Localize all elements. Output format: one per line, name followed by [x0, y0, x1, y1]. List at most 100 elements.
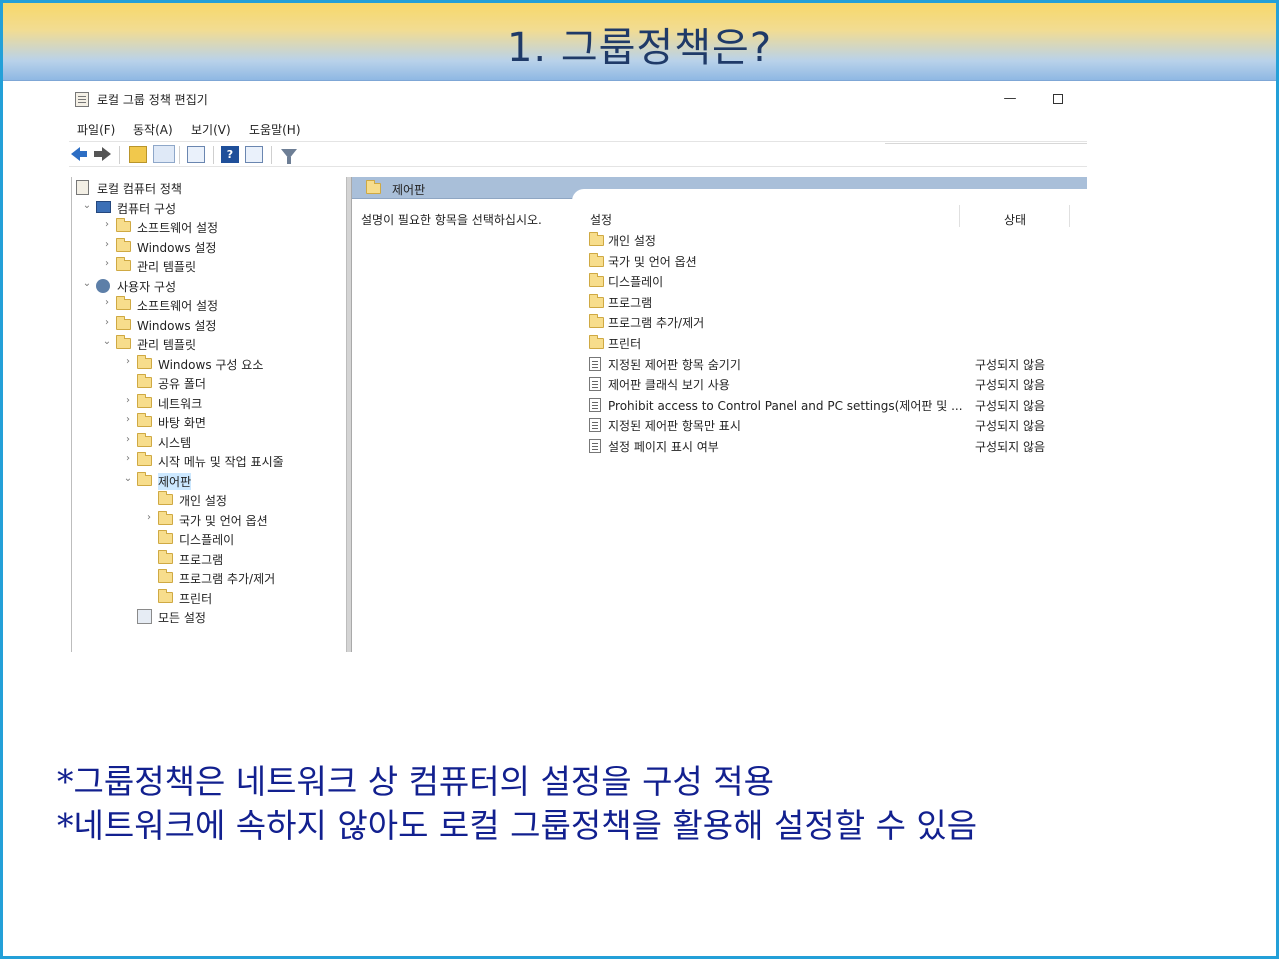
tree-item[interactable]: ⌄ 컴퓨터 구성 — [72, 199, 346, 217]
menu-action[interactable]: 동작(A) — [133, 121, 173, 138]
tree-item[interactable]: ⌄ 제어판 — [72, 471, 346, 490]
tree-item-label: 로컬 컴퓨터 정책 — [97, 182, 182, 196]
minimize-button[interactable]: — — [995, 89, 1025, 109]
back-icon[interactable] — [71, 146, 89, 163]
folder-icon — [589, 273, 604, 288]
tree-item-label: 소프트웨어 설정 — [137, 299, 219, 313]
tree-item[interactable]: ⌄ 사용자 구성 — [72, 277, 346, 295]
details-pane: 제어판 설명이 필요한 항목을 선택하십시오. 설정 상태 개인 설정 국가 및 … — [352, 177, 1087, 652]
tree-item[interactable]: 프로그램 — [72, 549, 346, 568]
show-hide-tree-icon[interactable] — [153, 145, 175, 163]
expand-chevron-icon[interactable]: › — [123, 453, 133, 464]
forward-icon[interactable] — [94, 146, 112, 163]
expand-chevron-icon[interactable]: › — [102, 317, 112, 328]
properties-icon[interactable] — [245, 146, 263, 163]
expand-chevron-icon[interactable]: › — [102, 258, 112, 269]
export-list-icon[interactable] — [187, 146, 205, 163]
column-divider[interactable] — [959, 205, 960, 227]
folder-icon — [116, 257, 131, 271]
expand-chevron-icon[interactable]: › — [123, 356, 133, 367]
tree-item-label: 모든 설정 — [158, 611, 206, 625]
tree-item-label: Windows 구성 요소 — [158, 357, 264, 372]
tree-item[interactable]: › Windows 설정 — [72, 315, 346, 334]
list-item-folder[interactable]: 프로그램 추가/제거 — [588, 313, 1078, 332]
list-item-name: 프린터 — [608, 337, 642, 351]
tree-item[interactable]: › 바탕 화면 — [72, 413, 346, 431]
expand-chevron-icon[interactable]: ⌄ — [82, 278, 92, 289]
folder-icon — [116, 237, 131, 252]
expand-chevron-icon[interactable]: › — [102, 239, 112, 250]
folder-icon — [589, 314, 604, 329]
list-item-name: 개인 설정 — [608, 234, 656, 248]
list-item-folder[interactable]: 개인 설정 — [588, 231, 1078, 250]
window-titlebar[interactable]: 로컬 그룹 정책 편집기 — — [69, 87, 1087, 113]
list-item-setting[interactable]: 설정 페이지 표시 여부 구성되지 않음 — [588, 437, 1078, 456]
description-text: 설명이 필요한 항목을 선택하십시오. — [361, 213, 542, 227]
expand-chevron-icon[interactable]: ⌄ — [123, 473, 133, 484]
tree-item[interactable]: › 네트워크 — [72, 393, 346, 412]
body-line-2: *네트워크에 속하지 않아도 로컬 그룹정책을 활용해 설정할 수 있음 — [57, 806, 978, 845]
help-icon[interactable]: ? — [221, 146, 239, 163]
tree-item[interactable]: 로컬 컴퓨터 정책 — [72, 179, 346, 197]
maximize-button[interactable] — [1043, 89, 1073, 109]
slide: 1. 그룹정책은? 로컬 그룹 정책 편집기 — 파일(F) 동작(A) 보기(… — [0, 0, 1279, 959]
menu-help[interactable]: 도움말(H) — [249, 121, 301, 138]
expand-chevron-icon[interactable]: › — [123, 414, 133, 425]
policy-editor-app-icon — [75, 92, 89, 107]
list-item-folder[interactable]: 프린터 — [588, 334, 1078, 353]
tree-item[interactable]: 프린터 — [72, 588, 346, 607]
tree-item[interactable]: 프로그램 추가/제거 — [72, 569, 346, 587]
column-header-setting[interactable]: 설정 — [590, 211, 612, 228]
column-header-state[interactable]: 상태 — [1004, 211, 1026, 228]
filter-icon-stem — [287, 157, 291, 164]
tree-item[interactable]: 개인 설정 — [72, 491, 346, 509]
list-item-setting[interactable]: Prohibit access to Control Panel and PC … — [588, 396, 1078, 415]
title-band: 1. 그룹정책은? — [3, 3, 1276, 81]
folder-icon — [137, 354, 152, 369]
list-item-folder[interactable]: 국가 및 언어 옵션 — [588, 252, 1078, 271]
tree-item[interactable]: › Windows 구성 요소 — [72, 354, 346, 373]
list-item-folder[interactable]: 디스플레이 — [588, 272, 1078, 291]
tree-item[interactable]: › 소프트웨어 설정 — [72, 296, 346, 314]
list-item-setting[interactable]: 제어판 클래식 보기 사용 구성되지 않음 — [588, 375, 1078, 394]
expand-chevron-icon[interactable]: › — [144, 512, 154, 523]
expand-chevron-icon[interactable]: › — [102, 219, 112, 230]
tree-item[interactable]: › 시작 메뉴 및 작업 표시줄 — [72, 452, 346, 470]
list-item-name: 제어판 클래식 보기 사용 — [608, 378, 730, 393]
tree-item[interactable]: › 소프트웨어 설정 — [72, 218, 346, 236]
tree-item[interactable]: › 관리 템플릿 — [72, 257, 346, 275]
column-divider[interactable] — [1069, 205, 1070, 227]
expand-chevron-icon[interactable]: ⌄ — [102, 336, 112, 347]
tree-item[interactable]: ⌄ 관리 템플릿 — [72, 335, 346, 353]
menu-bar: 파일(F) 동작(A) 보기(V) 도움말(H) — [69, 117, 1087, 144]
tree-item-label: 공유 폴더 — [158, 377, 206, 391]
tree-item-label: 네트워크 — [158, 396, 203, 411]
toolbar-separator — [271, 146, 272, 164]
tree-item[interactable]: › 국가 및 언어 옵션 — [72, 510, 346, 529]
tree-item[interactable]: › 시스템 — [72, 432, 346, 451]
expand-chevron-icon[interactable]: › — [123, 395, 133, 406]
folder-icon — [137, 413, 152, 427]
folder-up-icon[interactable] — [129, 146, 147, 163]
folder-icon — [137, 432, 152, 447]
tree-item[interactable]: 공유 폴더 — [72, 374, 346, 392]
menu-file[interactable]: 파일(F) — [77, 121, 115, 138]
tree-item[interactable]: 모든 설정 — [72, 608, 346, 626]
maximize-icon — [1053, 94, 1063, 104]
list-item-setting[interactable]: 지정된 제어판 항목 숨기기 구성되지 않음 — [588, 355, 1078, 374]
toolbar: ? — [69, 141, 1087, 167]
folder-icon — [116, 296, 131, 310]
list-item-name: 프로그램 추가/제거 — [608, 316, 705, 331]
extended-tab-area — [572, 189, 1087, 201]
list-item-folder[interactable]: 프로그램 — [588, 293, 1078, 312]
menu-view[interactable]: 보기(V) — [191, 121, 231, 138]
tree-item-label: 소프트웨어 설정 — [137, 221, 219, 235]
list-item-setting[interactable]: 지정된 제어판 항목만 표시 구성되지 않음 — [588, 416, 1078, 435]
tree-item-label: 개인 설정 — [179, 494, 227, 508]
expand-chevron-icon[interactable]: › — [123, 434, 133, 445]
expand-chevron-icon[interactable]: ⌄ — [82, 200, 92, 211]
tree-item-label: 관리 템플릿 — [137, 260, 197, 274]
tree-item[interactable]: › Windows 설정 — [72, 237, 346, 256]
tree-item[interactable]: 디스플레이 — [72, 530, 346, 548]
expand-chevron-icon[interactable]: › — [102, 297, 112, 308]
